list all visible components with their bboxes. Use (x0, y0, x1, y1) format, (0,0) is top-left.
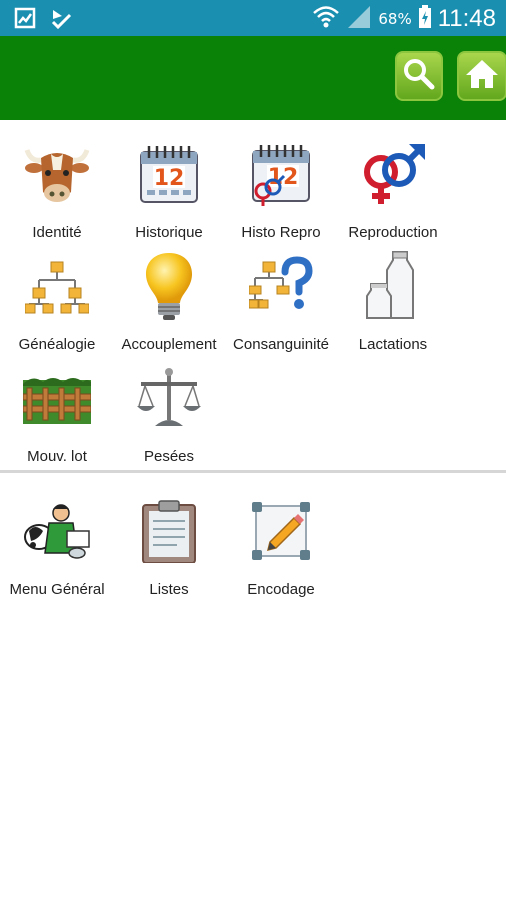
menu-mouv-lot-label: Mouv. lot (27, 448, 87, 465)
scale-icon (133, 362, 205, 434)
clipboard-icon (133, 495, 205, 567)
clock: 11:48 (437, 5, 496, 32)
family-tree-icon (21, 250, 93, 322)
menu-general[interactable]: Menu Général (1, 495, 113, 598)
wifi-icon (312, 4, 340, 34)
menu-histo-repro[interactable]: 12 Histo Repro (225, 138, 337, 241)
light-bulb-icon (133, 250, 205, 322)
gender-symbols-icon (357, 138, 429, 210)
menu-encodage-label: Encodage (247, 581, 315, 598)
menu-consanguinite[interactable]: Consanguinité (225, 250, 337, 353)
gallery-icon (14, 7, 36, 33)
tree-question-icon (245, 250, 317, 322)
menu-histo-repro-label: Histo Repro (241, 224, 321, 241)
menu-lactations-label: Lactations (358, 336, 428, 353)
menu-identite-label: Identité (32, 224, 82, 241)
menu-listes-label: Listes (149, 581, 189, 598)
menu-reproduction-label: Reproduction (348, 224, 438, 241)
menu-historique-label: Historique (135, 224, 203, 241)
menu-encodage[interactable]: Encodage (225, 495, 337, 598)
menu-accouplement[interactable]: Accouplement (113, 250, 225, 353)
field-fence-icon (21, 362, 93, 434)
battery-charging-icon (418, 5, 432, 33)
menu-lactations[interactable]: Lactations (337, 250, 449, 353)
edit-pencil-icon (245, 495, 317, 567)
menu-general-label: Menu Général (9, 581, 105, 598)
signal-icon (346, 4, 372, 34)
search-button[interactable] (395, 51, 443, 101)
app-bar (0, 36, 506, 120)
milk-bottles-icon (357, 250, 429, 322)
menu-genealogie[interactable]: Généalogie (1, 250, 113, 353)
calendar-icon: 12 (133, 138, 205, 210)
battery-percentage: 68% (378, 10, 412, 28)
magnifier-icon (401, 56, 437, 96)
cow-head-icon (21, 138, 93, 210)
svg-text:12: 12 (154, 166, 185, 191)
section-divider (0, 470, 506, 473)
menu-genealogie-label: Généalogie (18, 336, 96, 353)
status-bar: 68% 11:48 (0, 0, 506, 36)
menu-reproduction[interactable]: Reproduction (337, 138, 449, 241)
farmer-menu-icon (21, 495, 93, 567)
menu-historique[interactable]: 12 Historique (113, 138, 225, 241)
menu-accouplement-label: Accouplement (121, 336, 217, 353)
menu-consanguinite-label: Consanguinité (233, 336, 329, 353)
calendar-gender-icon: 12 (245, 138, 317, 210)
menu-identite[interactable]: Identité (1, 138, 113, 241)
menu-mouv-lot[interactable]: Mouv. lot (1, 362, 113, 465)
menu-pesees[interactable]: Pesées (113, 362, 225, 465)
menu-pesees-label: Pesées (143, 448, 195, 465)
download-check-icon (50, 7, 72, 33)
home-icon (464, 56, 500, 96)
home-button[interactable] (457, 51, 506, 101)
menu-listes[interactable]: Listes (113, 495, 225, 598)
